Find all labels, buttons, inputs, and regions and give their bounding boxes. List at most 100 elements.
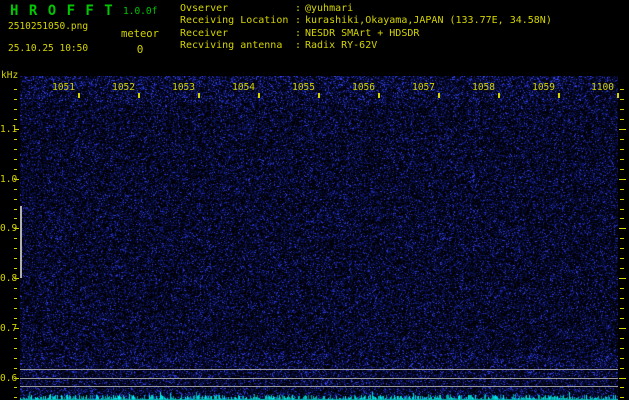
x-axis-minute-label: 1051 xyxy=(52,82,75,93)
y-axis-unit-label: kHz xyxy=(1,70,19,81)
y-axis-major-tick-right xyxy=(619,278,626,279)
y-axis-minor-tick-left xyxy=(14,288,17,289)
y-axis-major-tick-left xyxy=(14,328,19,329)
y-axis-minor-tick-left xyxy=(14,119,17,120)
y-axis-minor-tick-left xyxy=(14,308,17,309)
hrofft-window: H R O F F T 1.0.0f 2510251050.png 25.10.… xyxy=(0,0,629,400)
carrier-reference-line xyxy=(20,369,618,370)
y-axis-minor-tick-right xyxy=(620,159,624,160)
y-axis-major-tick-left xyxy=(14,179,19,180)
meteor-count-value: 0 xyxy=(136,43,144,56)
app-version: 1.0.0f xyxy=(123,6,158,17)
y-axis-minor-tick-left xyxy=(14,209,17,210)
info-row-antenna: Recviving antenna: Radix RY-62V xyxy=(180,39,378,51)
y-axis-minor-tick-left xyxy=(14,368,17,369)
y-axis-minor-tick-left xyxy=(14,169,17,170)
y-axis-minor-tick-left xyxy=(14,258,17,259)
y-axis-minor-tick-right xyxy=(620,397,624,398)
info-value: kurashiki,Okayama,JAPAN (133.77E, 34.58N… xyxy=(305,15,552,27)
y-axis-minor-tick-right xyxy=(620,348,624,349)
y-axis-minor-tick-left xyxy=(14,298,17,299)
info-row-location: Receiving Location: kurashiki,Okayama,JAP… xyxy=(180,15,552,27)
y-axis-minor-tick-right xyxy=(620,149,624,150)
y-axis-minor-tick-left xyxy=(14,338,17,339)
y-axis-minor-tick-right xyxy=(620,119,624,120)
y-axis-tick-label: 0.7 xyxy=(0,323,18,334)
y-axis-minor-tick-right xyxy=(620,318,624,319)
x-axis-minute-tick xyxy=(378,93,380,98)
meteor-count-label: meteor xyxy=(121,28,159,40)
y-axis-minor-tick-right xyxy=(620,368,624,369)
info-label: Recviving antenna xyxy=(180,39,283,51)
y-axis-minor-tick-right xyxy=(620,238,624,239)
y-axis-minor-tick-left xyxy=(14,358,17,359)
y-axis-minor-tick-right xyxy=(620,258,624,259)
y-axis-minor-tick-right xyxy=(620,139,624,140)
left-edge-signal-streak xyxy=(20,206,22,278)
x-axis-minute-label: 1058 xyxy=(472,82,495,93)
y-axis-major-tick-left xyxy=(14,378,19,379)
spectrogram-canvas xyxy=(20,76,618,400)
x-axis-minute-label: 1055 xyxy=(292,82,315,93)
info-row-observer: Ovserver: @yuhmari xyxy=(180,3,354,14)
y-axis-minor-tick-left xyxy=(14,248,17,249)
carrier-reference-line xyxy=(20,378,618,379)
y-axis-minor-tick-left xyxy=(14,109,17,110)
y-axis-minor-tick-left xyxy=(14,318,17,319)
info-row-receiver: Receiver: NESDR SMArt + HDSDR xyxy=(180,27,420,39)
x-axis-minute-tick xyxy=(498,93,500,98)
x-axis-minute-tick xyxy=(318,93,320,98)
x-axis-minute-tick xyxy=(78,93,80,98)
y-axis-minor-tick-right xyxy=(620,169,624,170)
x-axis-minute-label: 1059 xyxy=(532,82,555,93)
y-axis-major-tick-right xyxy=(619,179,626,180)
station-info: Ovserver: @yuhmari Receiving Location: kur… xyxy=(180,3,552,52)
y-axis-minor-tick-right xyxy=(620,89,624,90)
y-axis-minor-tick-left xyxy=(14,139,17,140)
y-axis-major-tick-left xyxy=(14,278,19,279)
y-axis-minor-tick-right xyxy=(620,209,624,210)
info-label: Receiver xyxy=(180,27,229,39)
info-label: Receiving Location xyxy=(180,15,289,27)
x-axis-minute-tick xyxy=(258,93,260,98)
info-value: NESDR SMArt + HDSDR xyxy=(305,27,420,39)
x-axis-minute-label: 1056 xyxy=(352,82,375,93)
y-axis-minor-tick-left xyxy=(14,387,17,388)
y-axis-minor-tick-left xyxy=(14,99,17,100)
y-axis-minor-tick-right xyxy=(620,387,624,388)
y-axis-major-tick-right xyxy=(619,378,626,379)
x-axis-minute-label: 1052 xyxy=(112,82,135,93)
x-axis-minute-tick xyxy=(138,93,140,98)
x-axis-minute-tick xyxy=(198,93,200,98)
y-axis-minor-tick-left xyxy=(14,218,17,219)
y-axis-minor-tick-right xyxy=(620,189,624,190)
y-axis-minor-tick-left xyxy=(14,199,17,200)
y-axis-minor-tick-left xyxy=(14,238,17,239)
y-axis-tick-label: 0.8 xyxy=(0,273,18,284)
y-axis-minor-tick-left xyxy=(14,397,17,398)
y-axis-tick-label: 1.0 xyxy=(0,174,18,185)
y-axis-minor-tick-right xyxy=(620,218,624,219)
y-axis-major-tick-left xyxy=(14,228,19,229)
carrier-reference-line xyxy=(20,386,618,387)
x-axis-minute-label: 1100 xyxy=(591,82,614,93)
y-axis-minor-tick-left xyxy=(14,268,17,269)
y-axis-minor-tick-right xyxy=(620,338,624,339)
info-label: Ovserver xyxy=(180,3,229,14)
y-axis-minor-tick-right xyxy=(620,199,624,200)
y-axis-minor-tick-left xyxy=(14,159,17,160)
y-axis-minor-tick-right xyxy=(620,268,624,269)
y-axis-tick-label: 0.6 xyxy=(0,373,18,384)
x-axis-minute-label: 1054 xyxy=(232,82,255,93)
y-axis-minor-tick-left xyxy=(14,149,17,150)
y-axis-minor-tick-left xyxy=(14,89,17,90)
y-axis-minor-tick-left xyxy=(14,348,17,349)
y-axis-minor-tick-right xyxy=(620,308,624,309)
y-axis-tick-label: 1.1 xyxy=(0,124,18,135)
info-value: @yuhmari xyxy=(305,3,354,14)
y-axis-minor-tick-right xyxy=(620,358,624,359)
y-axis-minor-tick-right xyxy=(620,109,624,110)
y-axis-tick-label: 0.9 xyxy=(0,223,18,234)
x-axis-minute-label: 1053 xyxy=(172,82,195,93)
info-value: Radix RY-62V xyxy=(305,39,378,51)
